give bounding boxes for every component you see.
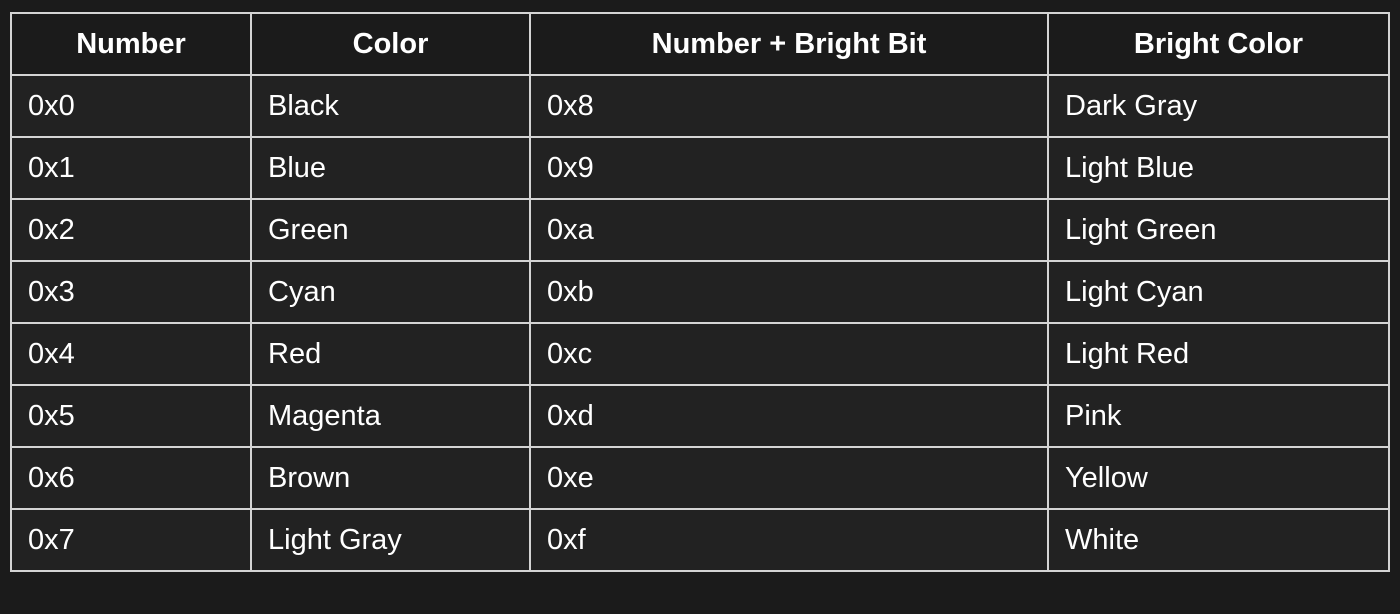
cell-bright-color: Light Green (1047, 198, 1390, 262)
cell-number: 0x4 (10, 322, 252, 386)
header-number-bright-bit: Number + Bright Bit (529, 12, 1049, 76)
table-row: 0x0 Black 0x8 Dark Gray (10, 74, 1390, 138)
table-row: 0x4 Red 0xc Light Red (10, 322, 1390, 386)
cell-number: 0x7 (10, 508, 252, 572)
cell-number: 0x6 (10, 446, 252, 510)
cell-number: 0x2 (10, 198, 252, 262)
cell-number-bright: 0xa (529, 198, 1049, 262)
cell-color: Blue (250, 136, 531, 200)
table-row: 0x2 Green 0xa Light Green (10, 198, 1390, 262)
table-row: 0x5 Magenta 0xd Pink (10, 384, 1390, 448)
cell-color: Magenta (250, 384, 531, 448)
cell-color: Black (250, 74, 531, 138)
cell-number: 0x3 (10, 260, 252, 324)
table-header-row: Number Color Number + Bright Bit Bright … (10, 12, 1390, 76)
cell-number-bright: 0xe (529, 446, 1049, 510)
cell-bright-color: White (1047, 508, 1390, 572)
cell-bright-color: Light Cyan (1047, 260, 1390, 324)
table-row: 0x1 Blue 0x9 Light Blue (10, 136, 1390, 200)
cell-bright-color: Light Red (1047, 322, 1390, 386)
header-number: Number (10, 12, 252, 76)
cell-color: Red (250, 322, 531, 386)
cell-color: Light Gray (250, 508, 531, 572)
cell-color: Green (250, 198, 531, 262)
cell-number: 0x0 (10, 74, 252, 138)
cell-number-bright: 0x9 (529, 136, 1049, 200)
color-table: Number Color Number + Bright Bit Bright … (10, 12, 1390, 572)
table-row: 0x3 Cyan 0xb Light Cyan (10, 260, 1390, 324)
color-table-container: Number Color Number + Bright Bit Bright … (10, 12, 1390, 572)
cell-bright-color: Light Blue (1047, 136, 1390, 200)
cell-number: 0x1 (10, 136, 252, 200)
header-bright-color: Bright Color (1047, 12, 1390, 76)
table-row: 0x7 Light Gray 0xf White (10, 508, 1390, 572)
cell-number-bright: 0xb (529, 260, 1049, 324)
cell-number: 0x5 (10, 384, 252, 448)
cell-color: Brown (250, 446, 531, 510)
cell-bright-color: Pink (1047, 384, 1390, 448)
header-color: Color (250, 12, 531, 76)
cell-number-bright: 0x8 (529, 74, 1049, 138)
cell-bright-color: Yellow (1047, 446, 1390, 510)
cell-number-bright: 0xc (529, 322, 1049, 386)
cell-number-bright: 0xd (529, 384, 1049, 448)
table-row: 0x6 Brown 0xe Yellow (10, 446, 1390, 510)
cell-color: Cyan (250, 260, 531, 324)
cell-bright-color: Dark Gray (1047, 74, 1390, 138)
cell-number-bright: 0xf (529, 508, 1049, 572)
